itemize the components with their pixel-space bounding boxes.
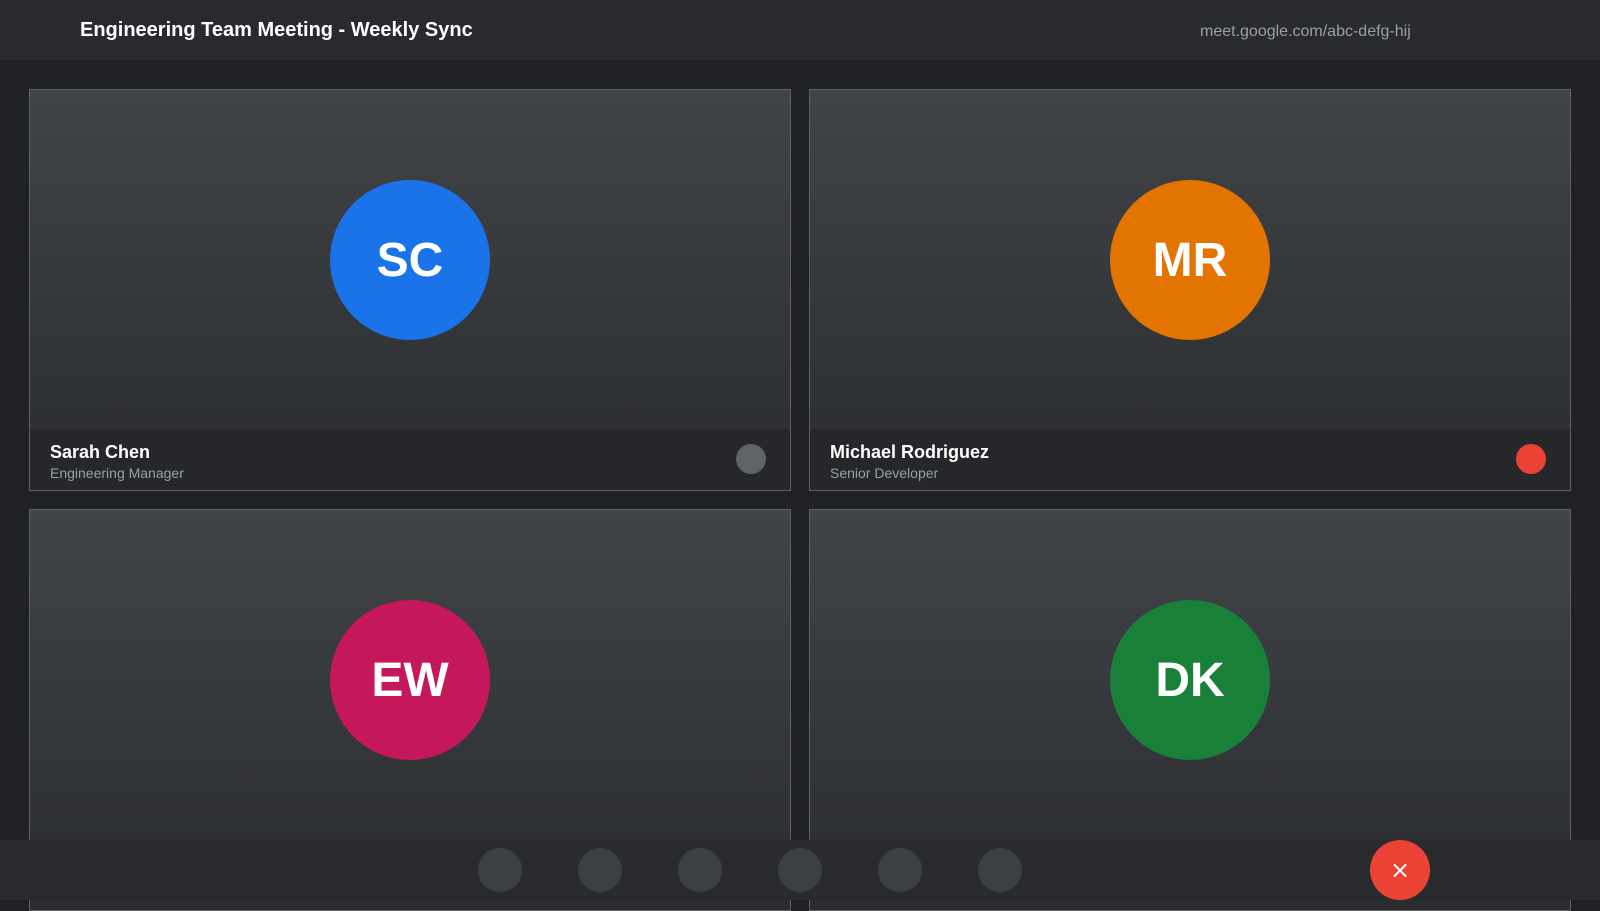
participant-role: Engineering Manager (50, 465, 184, 481)
control-bar: × (0, 840, 1600, 900)
participant-name: Michael Rodriguez (830, 442, 990, 462)
control-button-5[interactable] (878, 848, 922, 892)
end-call-button[interactable]: × (1370, 840, 1430, 900)
participant-tile-michael-rodriguez[interactable]: MR Michael Rodriguez Senior Developer (809, 89, 1571, 491)
meeting-title: Engineering Team Meeting - Weekly Sync (80, 19, 473, 41)
mic-status-icon (1516, 444, 1546, 474)
close-icon: × (1389, 856, 1411, 884)
avatar: MR (1110, 180, 1270, 340)
participant-name: Sarah Chen (50, 442, 151, 462)
control-button-3[interactable] (678, 848, 722, 892)
avatar: DK (1110, 600, 1270, 760)
control-button-1[interactable] (478, 848, 522, 892)
meeting-url[interactable]: meet.google.com/abc-defg-hij (1200, 23, 1411, 41)
control-button-6[interactable] (978, 848, 1022, 892)
participant-name-bar: Michael Rodriguez Senior Developer (810, 429, 1570, 490)
avatar: EW (330, 600, 490, 760)
top-bar: Engineering Team Meeting - Weekly Sync m… (0, 0, 1600, 60)
avatar: SC (330, 180, 490, 340)
participant-name-bar: Sarah Chen Engineering Manager (30, 429, 790, 490)
control-button-2[interactable] (578, 848, 622, 892)
control-button-4[interactable] (778, 848, 822, 892)
mic-status-icon (736, 444, 766, 474)
participant-tile-sarah-chen[interactable]: SC Sarah Chen Engineering Manager (29, 89, 791, 491)
participant-role: Senior Developer (830, 465, 939, 481)
